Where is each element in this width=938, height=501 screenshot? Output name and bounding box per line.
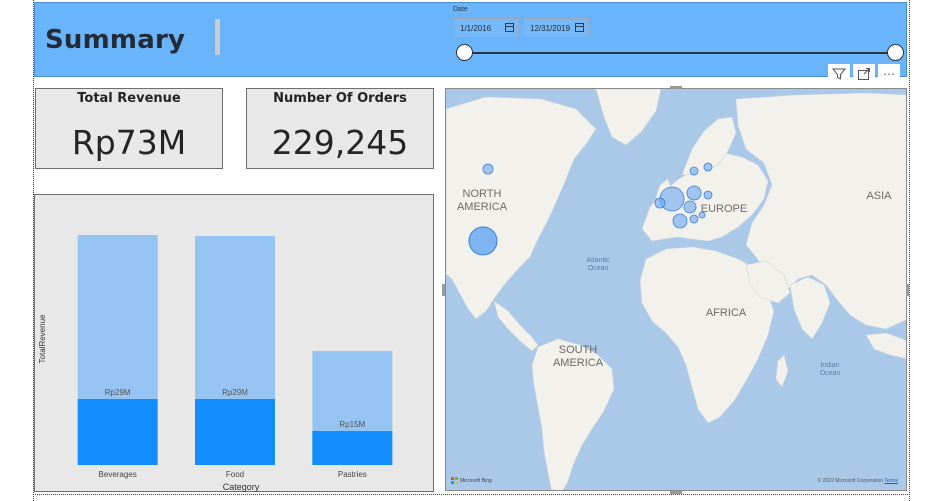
date-range-slider-track[interactable] bbox=[464, 52, 896, 54]
date-range-end-handle[interactable] bbox=[887, 44, 904, 61]
map-bubble-germany[interactable] bbox=[686, 185, 702, 201]
more-options-icon[interactable]: ⋯ bbox=[878, 64, 900, 84]
map-label-north-america-1: NORTH bbox=[463, 188, 502, 200]
data-label-food: Rp29M bbox=[222, 388, 248, 397]
date-range-start-handle[interactable] bbox=[456, 44, 473, 61]
map-label-indian-1: Indian bbox=[820, 362, 839, 369]
header-banner: Summary Date 1/1/2016 12/31/2019 bbox=[34, 2, 907, 77]
x-axis-label: Category bbox=[223, 482, 260, 492]
map-bubble-central-europe[interactable] bbox=[683, 200, 697, 214]
report-frame-bottom-border bbox=[33, 494, 910, 495]
y-axis-label: TotalRevenue bbox=[38, 314, 47, 363]
map-terms-link[interactable]: Terms bbox=[884, 478, 898, 484]
bar-group: Rp29M Beverages Rp29M Food Rp15M Pastries bbox=[77, 234, 393, 479]
bar-beverages-segment-2[interactable] bbox=[77, 234, 158, 399]
bar-beverages-segment-1[interactable] bbox=[77, 398, 158, 465]
world-map-visual[interactable]: NORTH AMERICA EUROPE ASIA AFRICA SOUTH A… bbox=[445, 88, 907, 491]
map-label-asia: ASIA bbox=[866, 190, 892, 202]
map-label-africa: AFRICA bbox=[706, 307, 747, 319]
madagascar-landmass bbox=[775, 354, 789, 388]
total-revenue-value: Rp73M bbox=[71, 123, 187, 162]
x-tick-label-food: Food bbox=[226, 470, 244, 479]
focus-mode-icon[interactable] bbox=[853, 64, 875, 84]
report-frame-right-border bbox=[909, 0, 910, 501]
map-bubble-italy[interactable] bbox=[689, 214, 699, 224]
header-separator bbox=[215, 19, 220, 55]
map-label-south-america-1: SOUTH bbox=[559, 344, 598, 356]
number-of-orders-title: Number Of Orders bbox=[273, 91, 407, 106]
total-revenue-title: Total Revenue bbox=[77, 91, 181, 106]
map-copyright: © 2022 Microsoft Corporation bbox=[817, 478, 884, 484]
map-resize-handle-top[interactable] bbox=[670, 86, 682, 89]
end-date-value: 12/31/2019 bbox=[530, 24, 571, 33]
start-date-input[interactable]: 1/1/2016 bbox=[453, 18, 519, 38]
bar-pastries-segment-1[interactable] bbox=[312, 430, 393, 465]
map-label-europe: EUROPE bbox=[701, 203, 747, 215]
calendar-icon[interactable] bbox=[505, 23, 514, 32]
number-of-orders-value: 229,245 bbox=[271, 123, 409, 162]
map-resize-handle-right[interactable] bbox=[906, 284, 909, 296]
india-landmass bbox=[789, 276, 831, 340]
world-map: NORTH AMERICA EUROPE ASIA AFRICA SOUTH A… bbox=[446, 89, 906, 490]
map-label-atlantic-2: Ocean bbox=[588, 265, 609, 272]
greenland-landmass bbox=[595, 89, 662, 146]
map-resize-handle-bottom[interactable] bbox=[670, 491, 682, 494]
total-revenue-card: Total Revenue Rp73M bbox=[35, 88, 223, 169]
central-america-landmass bbox=[493, 300, 539, 352]
date-slicer[interactable]: Date 1/1/2016 12/31/2019 bbox=[449, 3, 909, 73]
visual-header-toolbar: ⋯ bbox=[828, 64, 900, 84]
map-bubble-central-us[interactable] bbox=[468, 226, 498, 256]
map-resize-handle-left[interactable] bbox=[442, 284, 445, 296]
calendar-icon[interactable] bbox=[575, 23, 584, 32]
map-bubble-ireland[interactable] bbox=[654, 197, 666, 209]
map-label-atlantic-1: Atlantic bbox=[587, 257, 610, 264]
end-date-input[interactable]: 12/31/2019 bbox=[523, 18, 589, 38]
x-tick-label-beverages: Beverages bbox=[99, 470, 137, 479]
data-label-pastries: Rp15M bbox=[339, 420, 365, 429]
bar-food-segment-1[interactable] bbox=[195, 398, 275, 465]
bing-logo: Microsoft Bing bbox=[451, 477, 492, 484]
map-bubble-scandinavia-1[interactable] bbox=[689, 166, 699, 176]
map-bubble-spain[interactable] bbox=[672, 213, 688, 229]
map-label-south-america-2: AMERICA bbox=[553, 357, 604, 369]
start-date-value: 1/1/2016 bbox=[460, 24, 492, 33]
map-provider-label: Microsoft Bing bbox=[460, 477, 492, 484]
map-label-north-america-2: AMERICA bbox=[457, 201, 508, 213]
microsoft-logo-icon bbox=[451, 477, 458, 484]
map-bubble-scandinavia-2[interactable] bbox=[703, 162, 713, 172]
map-attribution: © 2022 Microsoft Corporation Terms bbox=[818, 478, 898, 484]
date-slicer-label: Date bbox=[453, 6, 468, 13]
revenue-by-category-chart[interactable]: TotalRevenue Category Rp29M Beverages Rp29… bbox=[34, 194, 434, 492]
report-canvas: Summary Date 1/1/2016 12/31/2019 ⋯ Total… bbox=[0, 0, 938, 501]
page-title: Summary bbox=[45, 25, 186, 55]
map-bubble-poland[interactable] bbox=[703, 190, 713, 200]
number-of-orders-card: Number Of Orders 229,245 bbox=[246, 88, 434, 169]
southeast-asia-landmass bbox=[865, 332, 906, 359]
x-tick-label-pastries: Pastries bbox=[338, 470, 367, 479]
map-label-indian-2: Ocean bbox=[820, 370, 841, 377]
data-label-beverages: Rp29M bbox=[105, 388, 131, 397]
filter-icon[interactable] bbox=[828, 64, 850, 84]
bar-food-segment-2[interactable] bbox=[195, 236, 275, 399]
bar-chart-svg: TotalRevenue Category Rp29MBeveragesRp29… bbox=[38, 234, 393, 492]
map-bubble-west-canada[interactable] bbox=[482, 163, 494, 175]
